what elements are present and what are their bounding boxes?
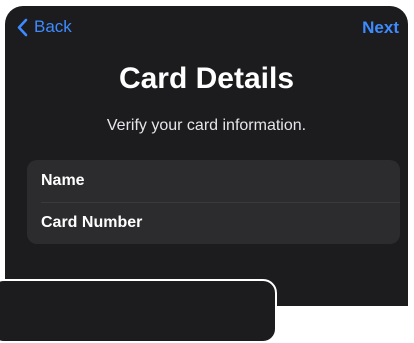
card-number-field-label: Card Number [41,214,143,231]
chevron-left-icon [17,18,28,36]
page-title: Card Details [118,62,295,95]
back-button-label: Back [34,17,72,36]
name-field[interactable]: Name [27,160,400,202]
name-field-label: Name [41,172,85,189]
card-details-screen: Back Next Card Details Verify your card … [5,6,408,306]
card-form-group: Name Card Number [27,160,400,244]
page-subtitle: Verify your card information. [106,117,307,134]
card-number-field[interactable]: Card Number [27,202,400,244]
overlay-panel [0,279,277,343]
next-button[interactable]: Next [362,18,399,38]
back-button[interactable]: Back [17,17,72,37]
navigation-bar: Back Next [5,6,408,52]
